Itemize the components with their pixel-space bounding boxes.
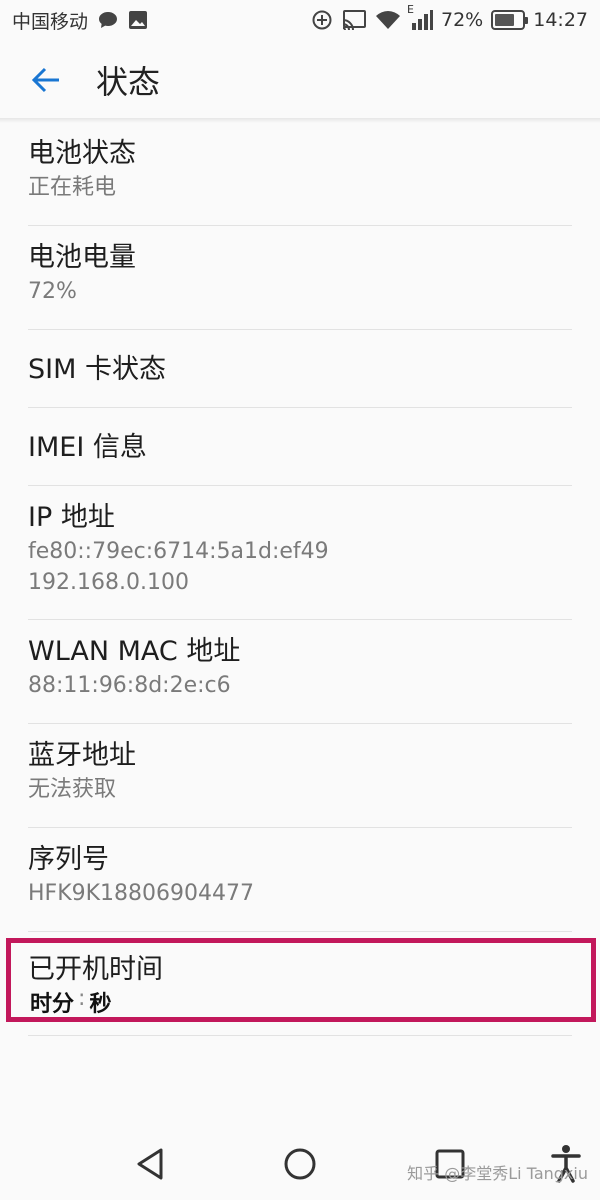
clock: 14:27 — [533, 9, 588, 31]
arrow-back-icon — [31, 67, 59, 93]
battery-percent: 72% — [441, 9, 484, 31]
cast-icon — [341, 9, 367, 31]
list-item-wlan-mac[interactable]: WLAN MAC 地址 88:11:96:8d:2e:c6 — [0, 620, 600, 724]
circle-home-icon — [284, 1148, 316, 1180]
battery-icon — [491, 10, 529, 30]
page-title: 状态 — [96, 63, 161, 101]
nav-back-button[interactable] — [124, 1138, 176, 1190]
item-title: 电池电量 — [28, 242, 136, 273]
item-title: IMEI 信息 — [28, 432, 147, 463]
item-title: SIM 卡状态 — [28, 354, 166, 385]
status-list: 电池状态 正在耗电 电池电量 72% SIM 卡状态 IMEI 信息 IP 地址… — [0, 122, 600, 1036]
triangle-back-icon — [137, 1148, 163, 1180]
item-title: 电池状态 — [28, 138, 136, 169]
add-circle-icon — [311, 9, 333, 31]
battery-fill — [495, 14, 514, 26]
network-type: E — [407, 3, 414, 16]
item-title: IP 地址 — [28, 502, 115, 533]
chat-bubble-icon — [98, 11, 118, 29]
list-item-battery-status[interactable]: 电池状态 正在耗电 — [0, 122, 600, 226]
list-item-sim-status[interactable]: SIM 卡状态 — [0, 330, 600, 408]
signal-icon: E — [407, 3, 433, 31]
highlight-box — [6, 938, 596, 1022]
list-item-imei[interactable]: IMEI 信息 — [0, 408, 600, 486]
item-title: 序列号 — [28, 844, 109, 875]
app-bar: 状态 — [0, 40, 600, 120]
wifi-icon — [375, 9, 401, 31]
item-value: 无法获取 — [28, 777, 117, 802]
item-value: HFK9K18806904477 — [28, 881, 255, 906]
item-value: 88:11:96:8d:2e:c6 — [28, 673, 231, 698]
item-value: 正在耗电 — [28, 175, 117, 200]
status-bar: 中国移动 E 72% 14:27 — [0, 0, 600, 40]
nav-home-button[interactable] — [274, 1138, 326, 1190]
image-icon — [128, 10, 148, 30]
item-title: 蓝牙地址 — [28, 740, 136, 771]
item-title: WLAN MAC 地址 — [28, 636, 241, 667]
item-value: fe80::79ec:6714:5a1d:ef49 — [28, 539, 329, 564]
list-item-ip-address[interactable]: IP 地址 fe80::79ec:6714:5a1d:ef49 192.168.… — [0, 486, 600, 620]
list-item-serial-number[interactable]: 序列号 HFK9K18806904477 — [0, 828, 600, 932]
back-button[interactable] — [16, 50, 76, 110]
item-value: 192.168.0.100 — [28, 570, 189, 595]
carrier-name: 中国移动 — [12, 10, 89, 33]
list-item-battery-level[interactable]: 电池电量 72% — [0, 226, 600, 330]
item-value: 72% — [28, 279, 77, 304]
list-item-bluetooth-address[interactable]: 蓝牙地址 无法获取 — [0, 724, 600, 828]
watermark: 知乎 @李堂秀Li Tangxiu — [407, 1164, 588, 1183]
